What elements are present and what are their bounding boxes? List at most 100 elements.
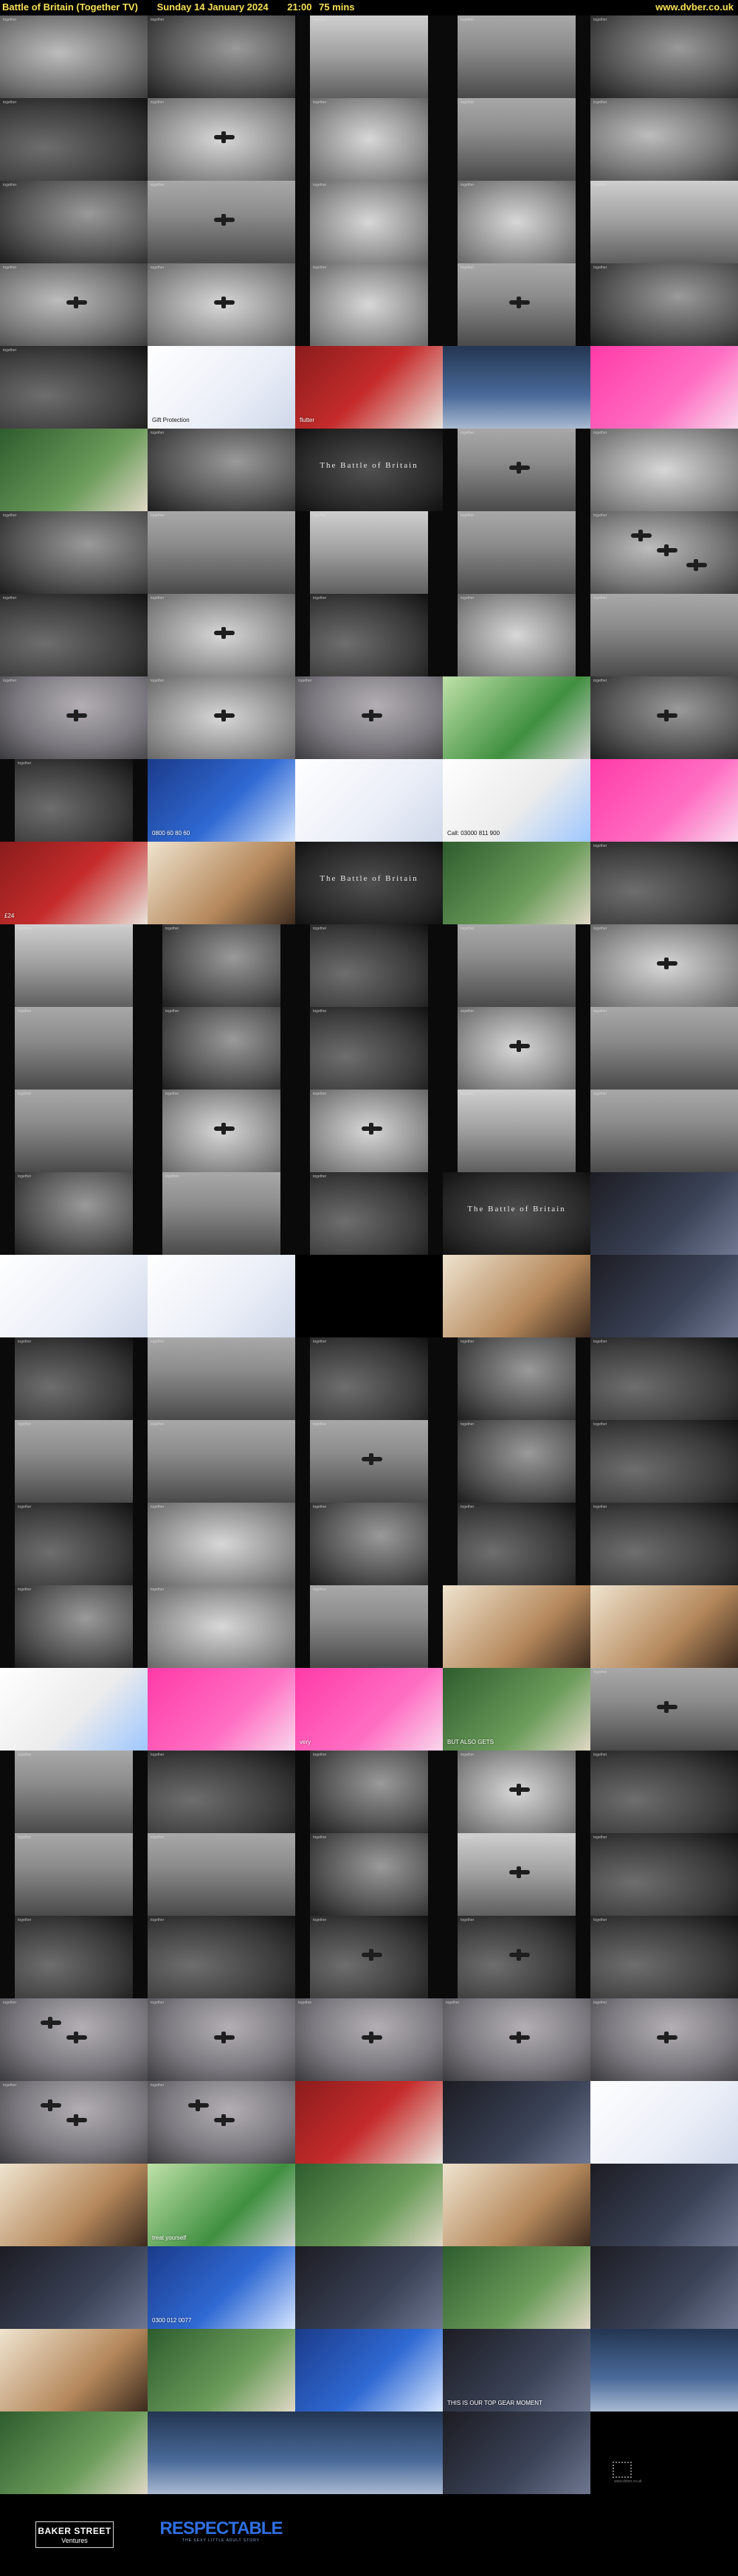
- thumbnail[interactable]: together: [295, 98, 443, 181]
- thumbnail[interactable]: [148, 842, 295, 924]
- thumbnail[interactable]: together: [295, 1585, 443, 1668]
- thumbnail[interactable]: [443, 2164, 590, 2246]
- thumbnail[interactable]: [443, 842, 590, 924]
- thumbnail[interactable]: together: [295, 1172, 443, 1255]
- thumbnail[interactable]: together: [0, 2081, 148, 2164]
- thumbnail[interactable]: together: [590, 594, 738, 676]
- thumbnail[interactable]: together: [590, 1007, 738, 1090]
- thumbnail[interactable]: together: [295, 1751, 443, 1833]
- thumbnail[interactable]: [590, 346, 738, 429]
- thumbnail[interactable]: together: [443, 98, 590, 181]
- thumbnail[interactable]: together: [0, 346, 148, 429]
- site-link[interactable]: www.dvber.co.uk: [655, 0, 734, 15]
- thumbnail[interactable]: together: [443, 1007, 590, 1090]
- thumbnail[interactable]: together: [590, 263, 738, 346]
- thumbnail[interactable]: The Battle of Britain: [443, 1172, 590, 1255]
- thumbnail[interactable]: together: [0, 1090, 148, 1172]
- thumbnail[interactable]: [148, 2329, 295, 2411]
- thumbnail[interactable]: together: [443, 15, 590, 98]
- thumbnail[interactable]: [0, 2411, 148, 2494]
- thumbnail[interactable]: together: [590, 1090, 738, 1172]
- thumbnail[interactable]: together: [148, 1337, 295, 1420]
- thumbnail[interactable]: together: [0, 759, 148, 842]
- thumbnail[interactable]: together: [295, 15, 443, 98]
- thumbnail[interactable]: together: [148, 1585, 295, 1668]
- thumbnail[interactable]: [590, 2246, 738, 2329]
- thumbnail[interactable]: together: [0, 1007, 148, 1090]
- respectable-logo[interactable]: RESPECTABLE THE SEXY LITTLE ADULT STORY: [156, 2519, 286, 2546]
- thumbnail[interactable]: together: [443, 1090, 590, 1172]
- thumbnail[interactable]: together: [590, 1503, 738, 1585]
- thumbnail[interactable]: together: [148, 1090, 295, 1172]
- thumbnail[interactable]: together: [295, 1090, 443, 1172]
- thumbnail[interactable]: [295, 2411, 443, 2494]
- thumbnail[interactable]: [443, 676, 590, 759]
- thumbnail[interactable]: together: [590, 15, 738, 98]
- thumbnail[interactable]: together: [148, 1751, 295, 1833]
- thumbnail[interactable]: together: [443, 1503, 590, 1585]
- thumbnail[interactable]: 0800 60 80 60: [148, 759, 295, 842]
- thumbnail[interactable]: Gift Protection: [148, 346, 295, 429]
- thumbnail[interactable]: together: [590, 1668, 738, 1751]
- thumbnail[interactable]: together: [443, 1916, 590, 1998]
- thumbnail[interactable]: [295, 759, 443, 842]
- thumbnail[interactable]: together: [0, 1585, 148, 1668]
- thumbnail[interactable]: together: [148, 1916, 295, 1998]
- thumbnail[interactable]: THIS IS OUR TOP GEAR MOMENT: [443, 2329, 590, 2411]
- thumbnail[interactable]: [590, 2081, 738, 2164]
- thumbnail[interactable]: together: [0, 1337, 148, 1420]
- thumbnail[interactable]: [590, 2164, 738, 2246]
- thumbnail[interactable]: together: [590, 1337, 738, 1420]
- thumbnail[interactable]: together: [295, 676, 443, 759]
- thumbnail[interactable]: [590, 1585, 738, 1668]
- thumbnail[interactable]: [0, 2246, 148, 2329]
- thumbnail[interactable]: flutter: [295, 346, 443, 429]
- thumbnail[interactable]: [0, 429, 148, 511]
- thumbnail[interactable]: together: [148, 924, 295, 1007]
- thumbnail[interactable]: together: [0, 924, 148, 1007]
- thumbnail[interactable]: together: [0, 15, 148, 98]
- thumbnail[interactable]: together: [148, 2081, 295, 2164]
- thumbnail[interactable]: together: [443, 1751, 590, 1833]
- thumbnail[interactable]: together: [295, 924, 443, 1007]
- thumbnail[interactable]: [148, 1668, 295, 1751]
- thumbnail[interactable]: [295, 1255, 443, 1337]
- thumbnail[interactable]: [590, 1255, 738, 1337]
- thumbnail[interactable]: together: [148, 1503, 295, 1585]
- thumbnail[interactable]: together: [295, 181, 443, 263]
- thumbnail[interactable]: together: [590, 429, 738, 511]
- thumbnail[interactable]: [0, 2164, 148, 2246]
- thumbnail[interactable]: [443, 2081, 590, 2164]
- thumbnail[interactable]: together: [148, 1833, 295, 1916]
- thumbnail[interactable]: [443, 1255, 590, 1337]
- baker-street-ventures-logo[interactable]: BAKER STREET Ventures: [35, 2521, 114, 2548]
- thumbnail[interactable]: [295, 2081, 443, 2164]
- thumbnail[interactable]: together: [590, 1420, 738, 1503]
- thumbnail[interactable]: together: [0, 263, 148, 346]
- thumbnail[interactable]: together: [0, 1998, 148, 2081]
- thumbnail[interactable]: together: [295, 1007, 443, 1090]
- thumbnail[interactable]: together: [443, 263, 590, 346]
- thumbnail[interactable]: together: [0, 181, 148, 263]
- thumbnail[interactable]: together: [295, 1337, 443, 1420]
- thumbnail[interactable]: together: [443, 511, 590, 594]
- thumbnail[interactable]: [0, 1255, 148, 1337]
- thumbnail[interactable]: together: [0, 1751, 148, 1833]
- thumbnail[interactable]: together: [590, 1998, 738, 2081]
- thumbnail[interactable]: together: [443, 429, 590, 511]
- thumbnail[interactable]: [295, 2164, 443, 2246]
- thumbnail[interactable]: together: [443, 1833, 590, 1916]
- thumbnail[interactable]: together: [443, 1337, 590, 1420]
- thumbnail[interactable]: [148, 2411, 295, 2494]
- thumbnail[interactable]: together: [590, 676, 738, 759]
- thumbnail[interactable]: together: [443, 1420, 590, 1503]
- thumbnail[interactable]: together: [295, 263, 443, 346]
- thumbnail[interactable]: together: [0, 676, 148, 759]
- thumbnail[interactable]: [590, 759, 738, 842]
- thumbnail[interactable]: [443, 1585, 590, 1668]
- programme-title[interactable]: Battle of Britain (Together TV): [2, 1, 138, 13]
- thumbnail[interactable]: [443, 2246, 590, 2329]
- thumbnail[interactable]: together: [295, 1833, 443, 1916]
- thumbnail[interactable]: [590, 1172, 738, 1255]
- thumbnail[interactable]: £24: [0, 842, 148, 924]
